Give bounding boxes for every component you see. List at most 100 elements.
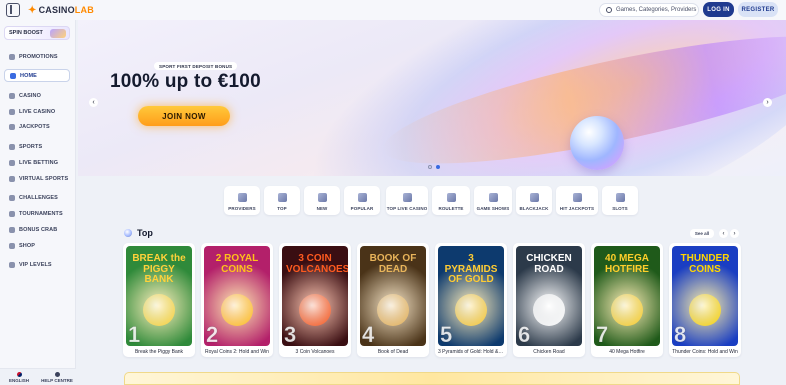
game-thumbnail[interactable]: 3 PYRAMIDS OF GOLD 5 (438, 246, 504, 346)
category-blackjack[interactable]: BLACKJACK (516, 186, 552, 215)
sidebar-item-label: TOURNAMENTS (19, 210, 63, 217)
jackpot-icon (9, 123, 15, 130)
category-roulette[interactable]: ROULETTE (432, 186, 470, 215)
sidebar-toggle-icon[interactable] (6, 3, 20, 17)
category-popular[interactable]: POPULAR (344, 186, 380, 215)
game-card[interactable]: 3 PYRAMIDS OF GOLD 5 3 Pyramids of Gold: H… (435, 243, 507, 357)
game-card[interactable]: CHICKEN ROAD 6 Chicken Road (513, 243, 585, 357)
game-art-shape (533, 294, 565, 326)
category-slots[interactable]: SLOTS (602, 186, 638, 215)
hero-title: 100% up to €100 (110, 71, 261, 92)
game-rank: 3 (284, 322, 297, 346)
category-label: GAME SHOWS (476, 206, 510, 211)
brand-lab: LAB (74, 5, 94, 15)
game-rank: 5 (440, 322, 453, 346)
crab-icon (9, 226, 15, 233)
game-card[interactable]: BREAK the PIGGY BANK 1 Break the Piggy Ban… (123, 243, 195, 357)
top-section-icon (124, 229, 132, 237)
category-top[interactable]: TOP (264, 186, 300, 215)
hero-next-button[interactable]: › (763, 98, 772, 107)
hero-dot-active[interactable] (436, 165, 440, 169)
hero-banner[interactable]: SPORT FIRST DEPOSIT BONUS 100% up to €10… (78, 20, 786, 176)
category-icon (488, 193, 498, 202)
game-art-shape (299, 294, 331, 326)
category-providers[interactable]: PROVIDERS (224, 186, 260, 215)
vip-icon (9, 261, 15, 268)
sidebar-item-vip-levels[interactable]: VIP LEVELS (4, 258, 70, 271)
game-thumbnail[interactable]: 3 COIN VOLCANOES 3 (282, 246, 348, 346)
spin-boost-label: SPIN BOOST (9, 30, 43, 36)
sidebar-item-promotions[interactable]: PROMOTIONS (4, 50, 70, 63)
game-art-title: BREAK the PIGGY BANK (132, 253, 186, 285)
brand-logo[interactable]: ✦ CASINO LAB (28, 5, 94, 16)
category-label: TOP (277, 206, 287, 211)
register-button[interactable]: REGISTER (738, 2, 778, 17)
hero-dot[interactable] (428, 165, 432, 169)
game-card[interactable]: 2 ROYAL COINS 2 Royal Coins 2: Hold and Wi… (201, 243, 273, 357)
category-icon (529, 193, 539, 202)
sidebar-item-jackpots[interactable]: JACKPOTS (4, 120, 70, 133)
category-label: PROVIDERS (228, 206, 256, 211)
sidebar-item-virtual-sports[interactable]: VIRTUAL SPORTS (4, 172, 70, 185)
category-icon (446, 193, 456, 202)
sidebar-item-bonus-crab[interactable]: BONUS CRAB (4, 223, 70, 236)
game-card[interactable]: 3 COIN VOLCANOES 3 3 Coin Volcanoes (279, 243, 351, 357)
search-input[interactable]: Games, Categories, Providers (599, 3, 699, 17)
game-name: Book of Dead (377, 349, 409, 355)
game-card[interactable]: 40 MEGA HOTFIRE 7 40 Mega Hotfire (591, 243, 663, 357)
spin-boost-banner[interactable]: SPIN BOOST (4, 26, 70, 40)
language-label: ENGLISH (8, 377, 29, 383)
game-thumbnail[interactable]: THUNDER COINS 8 (672, 246, 738, 346)
category-icon (237, 193, 247, 202)
category-label: SLOTS (612, 206, 628, 211)
game-name: Royal Coins 2: Hold and Win (205, 349, 269, 355)
game-rank: 8 (674, 322, 687, 346)
category-new[interactable]: NEW (304, 186, 340, 215)
sidebar-item-label: VIRTUAL SPORTS (19, 175, 69, 182)
spin-boost-art (50, 29, 66, 38)
game-thumbnail[interactable]: 2 ROYAL COINS 2 (204, 246, 270, 346)
game-art-title: THUNDER COINS (680, 253, 730, 275)
category-icon (615, 193, 625, 202)
sidebar-item-label: LIVE CASINO (19, 108, 56, 115)
hero-prev-button[interactable]: ‹ (89, 98, 98, 107)
sidebar-item-sports[interactable]: SPORTS (4, 140, 70, 153)
category-hit-jackpots[interactable]: HIT JACKPOTS (556, 186, 598, 215)
game-thumbnail[interactable]: BOOK OF DEAD 4 (360, 246, 426, 346)
casino-chip-icon (9, 92, 15, 99)
category-game-shows[interactable]: GAME SHOWS (474, 186, 512, 215)
game-card[interactable]: BOOK OF DEAD 4 Book of Dead (357, 243, 429, 357)
see-all-button[interactable]: See all (690, 229, 714, 238)
game-art-title: 3 PYRAMIDS OF GOLD (444, 253, 498, 285)
next-section-banner[interactable] (124, 372, 740, 385)
category-icon (277, 193, 287, 202)
game-thumbnail[interactable]: BREAK the PIGGY BANK 1 (126, 246, 192, 346)
game-art-shape (377, 294, 409, 326)
game-name: 3 Pyramids of Gold: Hold & Win (438, 349, 507, 355)
games-prev-button[interactable]: ‹ (719, 229, 728, 238)
game-art-title: BOOK OF DEAD (369, 253, 417, 275)
game-rank: 2 (206, 322, 219, 346)
flag-icon (16, 371, 22, 377)
sidebar-item-shop[interactable]: SHOP (4, 239, 70, 252)
sidebar-item-challenges[interactable]: CHALLENGES (4, 191, 70, 204)
join-now-button[interactable]: JOIN NOW (138, 106, 230, 126)
language-selector[interactable]: ENGLISH (0, 369, 38, 385)
sidebar-item-home[interactable]: HOME (4, 69, 70, 82)
sidebar-item-tournaments[interactable]: TOURNAMENTS (4, 207, 70, 220)
game-thumbnail[interactable]: CHICKEN ROAD 6 (516, 246, 582, 346)
sidebar-item-label: VIP LEVELS (19, 261, 52, 268)
sidebar-item-live-casino[interactable]: LIVE CASINO (4, 105, 70, 118)
game-art-title: 3 COIN VOLCANOES (286, 253, 348, 275)
brand-casino: CASINO (38, 5, 75, 15)
category-label: TOP LIVE CASINO (386, 206, 428, 211)
login-button[interactable]: LOG IN (703, 2, 734, 17)
help-centre-link[interactable]: HELP CENTRE (38, 369, 76, 385)
games-next-button[interactable]: › (730, 229, 739, 238)
category-top-live-casino[interactable]: TOP LIVE CASINO (386, 186, 428, 215)
game-art-title: 2 ROYAL COINS (215, 253, 259, 275)
sidebar-item-live-betting[interactable]: LIVE BETTING (4, 156, 70, 169)
game-thumbnail[interactable]: 40 MEGA HOTFIRE 7 (594, 246, 660, 346)
game-card[interactable]: THUNDER COINS 8 Thunder Coins: Hold and Wi… (669, 243, 741, 357)
sidebar-item-casino[interactable]: CASINO (4, 89, 70, 102)
